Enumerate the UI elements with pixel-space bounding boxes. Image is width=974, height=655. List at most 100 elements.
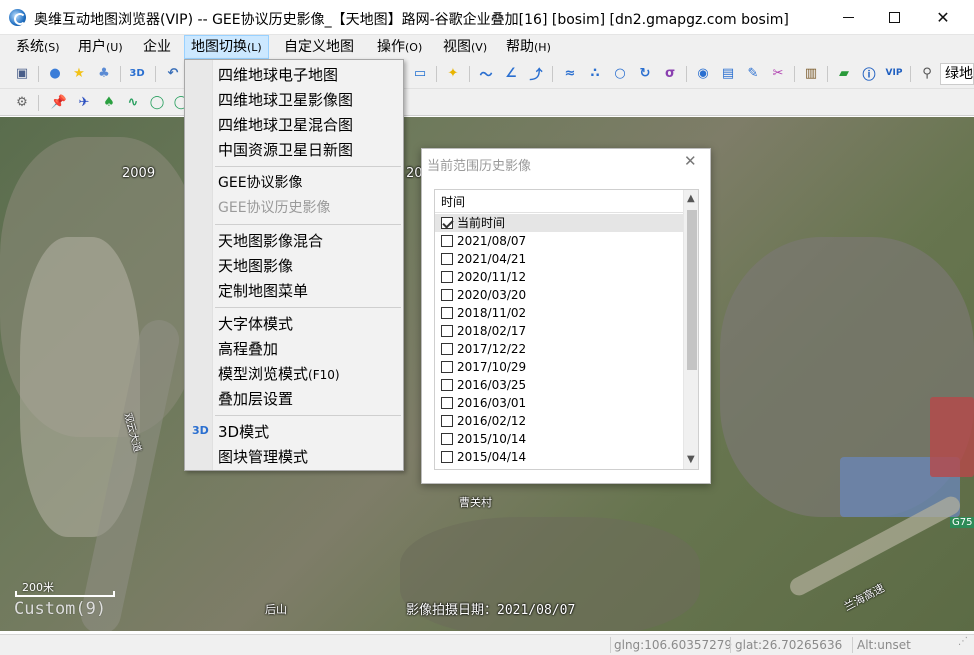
scroll-up-icon[interactable]: ▲ [687,193,695,204]
menu-custom-map[interactable]: 自定义地图 [278,35,360,59]
scroll-down-icon[interactable]: ▼ [687,454,695,465]
3d-view-icon[interactable]: 3D [128,64,146,82]
list-item-label: 2020/11/12 [457,270,527,284]
close-button[interactable]: ✕ [920,0,966,34]
scissors-icon[interactable]: ✂ [769,64,787,82]
checkbox[interactable] [441,451,453,463]
menu-item-siwei-map[interactable]: 四维地球电子地图 [218,66,338,84]
close-icon: ✕ [936,7,950,27]
status-longitude: glng:106.60357279 [614,638,733,652]
list-item[interactable]: 2020/11/12 [435,268,683,286]
list-item[interactable]: 2017/12/22 [435,340,683,358]
list-item[interactable]: 2017/10/29 [435,358,683,376]
save-icon[interactable]: ▣ [13,64,31,82]
menu-view[interactable]: 视图(V) [437,35,493,59]
measure-angle-icon[interactable]: ∠ [502,64,520,82]
search-icon[interactable]: ⚲ [918,64,936,82]
scrollbar-thumb[interactable] [687,210,697,370]
loop-icon[interactable]: σ [661,64,679,82]
building-icon[interactable]: ▥ [802,64,820,82]
column-header-time[interactable]: 时间 [435,190,683,213]
rotate-icon[interactable]: ↻ [636,64,654,82]
checkbox[interactable] [441,343,453,355]
image-icon[interactable]: ▤ [719,64,737,82]
track-line-icon[interactable]: ∿ [124,93,142,111]
edit-line-icon[interactable]: ⤴ [527,64,545,83]
checkbox[interactable] [441,433,453,445]
globe-icon[interactable]: ◉ [694,64,712,82]
menu-item-3d-mode[interactable]: 3D模式 [218,423,269,441]
green-pin-icon[interactable]: ♠ [100,93,118,111]
list-item[interactable]: 2018/02/17 [435,322,683,340]
dialog-close-icon[interactable]: ✕ [684,152,697,170]
menu-item-gee-imagery[interactable]: GEE协议影像 [218,174,303,192]
menu-map-switch[interactable]: 地图切换(L) [184,35,269,59]
group-icon[interactable]: ♣ [95,64,113,82]
info-icon[interactable]: ⓘ [860,64,878,83]
road-icon[interactable]: ≈ [561,64,579,82]
menu-item-siwei-hybrid[interactable]: 四维地球卫星混合图 [218,116,353,134]
list-item[interactable]: 2016/02/12 [435,412,683,430]
favorites-star-icon[interactable]: ★ [70,64,88,82]
maximize-icon [888,11,900,23]
search-input[interactable]: 绿地 [940,63,974,85]
menu-item-siwei-satellite[interactable]: 四维地球卫星影像图 [218,91,353,109]
chat-icon[interactable]: ▰ [835,64,853,82]
yellow-pin-icon[interactable]: 📌 [50,93,68,111]
checkbox[interactable] [441,415,453,427]
menu-item-tianditu-hybrid[interactable]: 天地图影像混合 [218,232,323,250]
list-item[interactable]: 2015/10/14 [435,430,683,448]
menu-item-overlay-settings[interactable]: 叠加层设置 [218,390,293,408]
menu-enterprise[interactable]: 企业 [137,35,177,59]
window-title: 奥维互动地图浏览器(VIP) -- GEE协议历史影像_【天地图】路网-谷歌企业… [34,12,789,28]
list-item[interactable]: 2016/03/01 [435,394,683,412]
checkbox[interactable] [441,361,453,373]
checkbox[interactable] [441,397,453,409]
list-item-label: 2018/11/02 [457,306,527,320]
list-item[interactable]: 当前时间 [435,214,683,232]
circle-outline-icon[interactable]: ◯ [148,93,166,111]
menu-item-custom-map-menu[interactable]: 定制地图菜单 [218,282,308,300]
settings-gear-icon[interactable]: ⚙ [13,93,31,111]
add-marker-icon[interactable]: ✦ [444,64,462,82]
list-item[interactable]: 2021/04/21 [435,250,683,268]
list-item[interactable]: 2018/11/02 [435,304,683,322]
circle-icon[interactable]: ○ [611,64,629,82]
checkbox[interactable] [441,289,453,301]
blue-pin-icon[interactable]: ✈ [75,93,93,111]
menu-item-tile-management[interactable]: 图块管理模式 [218,448,308,466]
menu-help[interactable]: 帮助(H) [500,35,557,59]
checkbox[interactable] [441,271,453,283]
video-record-icon[interactable]: ▭ [411,64,429,82]
undo-icon[interactable]: ↶ [164,64,182,82]
resize-grip-icon[interactable]: ⋰ [958,636,968,647]
checkbox[interactable] [441,325,453,337]
vip-icon[interactable]: VIP [885,64,903,82]
checkbox[interactable] [441,235,453,247]
list-item[interactable]: 2015/04/14 [435,448,683,466]
checkbox[interactable] [441,307,453,319]
pencil-icon[interactable]: ✎ [744,64,762,82]
list-scrollbar[interactable]: ▲ ▼ [683,190,698,469]
menu-user[interactable]: 用户(U) [72,35,129,59]
menu-item-resource-satellite[interactable]: 中国资源卫星日新图 [218,141,353,159]
draw-line-icon[interactable]: 〜 [477,64,495,83]
checkbox[interactable] [441,379,453,391]
toolbar-divider [469,66,470,82]
checkbox[interactable] [441,253,453,265]
menu-item-elevation-overlay[interactable]: 高程叠加 [218,340,278,358]
menu-operation[interactable]: 操作(O) [371,35,428,59]
user-icon[interactable]: ● [46,64,64,82]
list-item[interactable]: 2020/03/20 [435,286,683,304]
menu-item-model-browse[interactable]: 模型浏览模式(F10) [218,365,340,384]
maximize-button[interactable] [871,0,917,34]
menu-item-gee-history: GEE协议历史影像 [218,200,331,216]
menu-item-large-font[interactable]: 大字体模式 [218,315,293,333]
checkbox[interactable] [441,217,453,229]
menu-system[interactable]: 系统(S) [10,35,66,59]
minimize-button[interactable] [825,0,871,34]
list-item[interactable]: 2021/08/07 [435,232,683,250]
list-item[interactable]: 2016/03/25 [435,376,683,394]
points-icon[interactable]: ∴ [586,64,604,82]
menu-item-tianditu-imagery[interactable]: 天地图影像 [218,257,293,275]
